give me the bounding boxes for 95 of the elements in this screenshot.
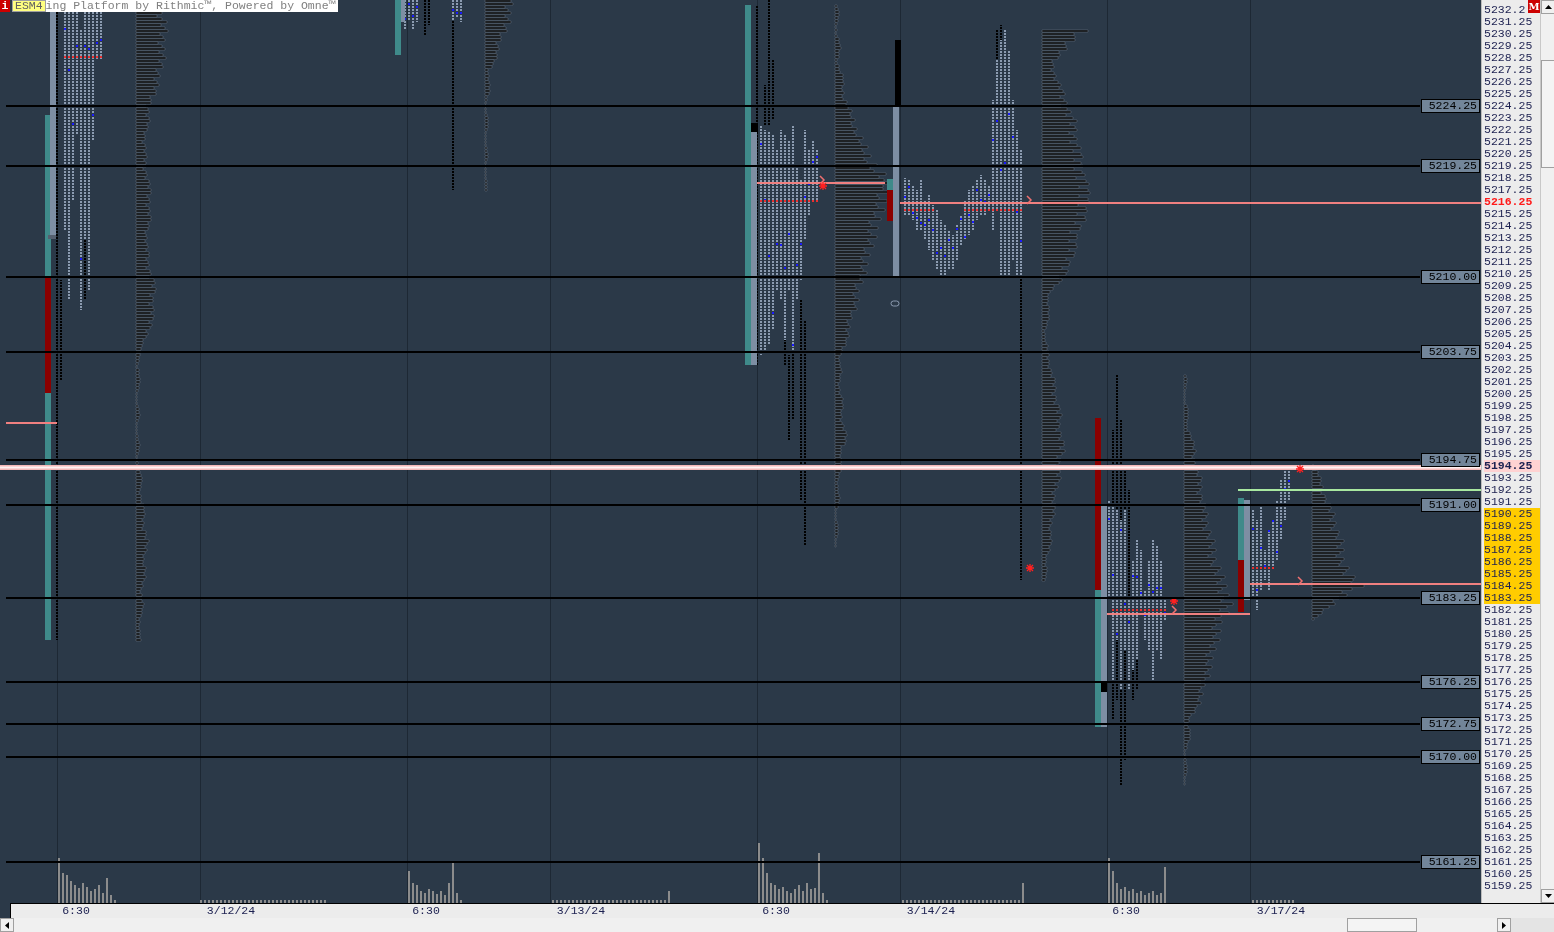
price-level-label: 5172.75 [1421,717,1480,731]
price-label: 5209.25 [1484,280,1534,292]
price-label: 5205.25 [1484,328,1534,340]
price-label: 5171.25 [1484,736,1534,748]
price-label: 5168.25 [1484,772,1534,784]
price-label: 5192.25 [1484,484,1534,496]
price-label: 5232.2 [1484,4,1526,16]
price-label: 5170.25 [1484,748,1534,760]
price-level-label: 5219.25 [1421,159,1480,173]
price-level-label: 5161.25 [1421,855,1480,869]
price-label: 5186.25 [1484,556,1540,568]
price-label: 5184.25 [1484,580,1540,592]
price-label: 5193.25 [1484,472,1534,484]
price-label: 5159.25 [1484,880,1534,892]
time-label: 6:30 [1112,904,1140,918]
price-label: 5227.25 [1484,64,1534,76]
price-label: 5211.25 [1484,256,1534,268]
price-label: 5164.25 [1484,820,1534,832]
price-label: 5197.25 [1484,424,1534,436]
price-label: 5188.25 [1484,532,1540,544]
price-label: 5174.25 [1484,700,1534,712]
price-label: 5162.25 [1484,844,1534,856]
price-label: 5167.25 [1484,784,1534,796]
price-label: 5216.25 [1484,196,1534,208]
time-label: 3/13/24 [556,904,606,918]
price-label: 5176.25 [1484,676,1534,688]
price-label: 5160.25 [1484,868,1534,880]
price-label: 5180.25 [1484,628,1534,640]
price-label: 5203.25 [1484,352,1534,364]
price-label: 5202.25 [1484,364,1534,376]
price-label: 5217.25 [1484,184,1534,196]
price-label: 5185.25 [1484,568,1540,580]
time-label: 6:30 [62,904,90,918]
price-label: 5231.25 [1484,16,1534,28]
price-label: 5198.25 [1484,412,1534,424]
price-label: 5173.25 [1484,712,1534,724]
price-label: 5178.25 [1484,652,1534,664]
price-label: 5219.25 [1484,160,1534,172]
price-label: 5218.25 [1484,172,1534,184]
price-label: 5195.25 [1484,448,1534,460]
price-label: 5161.25 [1484,856,1534,868]
price-level-label: 5224.25 [1421,99,1480,113]
symbol-label: ESM4 [12,0,46,12]
price-label: 5230.25 [1484,28,1534,40]
time-label: 3/17/24 [1256,904,1306,918]
price-label: 5222.25 [1484,124,1534,136]
price-label: 5225.25 [1484,88,1534,100]
window-title: ing Platform by Rithmic™, Powered by Omne™ [45,0,339,12]
price-label: 5228.25 [1484,52,1534,64]
price-label: 5190.25 [1484,508,1540,520]
price-label: 5183.25 [1484,592,1540,604]
price-level-label: 5194.75 [1421,453,1480,467]
price-label: 5220.25 [1484,148,1534,160]
price-label: 5177.25 [1484,664,1534,676]
price-label: 5226.25 [1484,76,1534,88]
price-label: 5206.25 [1484,316,1534,328]
price-label: 5199.25 [1484,400,1534,412]
price-label: 5207.25 [1484,304,1534,316]
price-label: 5194.25 [1484,460,1540,472]
price-label: 5204.25 [1484,340,1534,352]
price-label: 5189.25 [1484,520,1540,532]
price-label: 5179.25 [1484,640,1534,652]
price-level-label: 5191.00 [1421,498,1480,512]
price-label: 5213.25 [1484,232,1534,244]
price-label: 5200.25 [1484,388,1534,400]
price-label: 5208.25 [1484,292,1534,304]
price-label: 5210.25 [1484,268,1534,280]
price-level-label: 5176.25 [1421,675,1480,689]
price-label: 5212.25 [1484,244,1534,256]
price-level-label: 5203.75 [1421,345,1480,359]
time-label: 3/12/24 [206,904,256,918]
price-label: 5214.25 [1484,220,1534,232]
price-label: 5229.25 [1484,40,1534,52]
price-label: 5187.25 [1484,544,1540,556]
price-label: 5196.25 [1484,436,1534,448]
price-label: 5191.25 [1484,496,1534,508]
time-label: 3/14/24 [906,904,956,918]
price-label: 5175.25 [1484,688,1534,700]
price-label: 5215.25 [1484,208,1534,220]
time-label: 6:30 [762,904,790,918]
price-label: 5223.25 [1484,112,1534,124]
price-label: 5221.25 [1484,136,1534,148]
price-label: 5224.25 [1484,100,1534,112]
price-label: 5201.25 [1484,376,1534,388]
price-label: 5165.25 [1484,808,1534,820]
price-label: 5169.25 [1484,760,1534,772]
price-level-label: 5170.00 [1421,750,1480,764]
price-label: 5163.25 [1484,832,1534,844]
price-level-label: 5210.00 [1421,270,1480,284]
price-label: 5181.25 [1484,616,1534,628]
price-label: 5166.25 [1484,796,1534,808]
price-level-label: 5183.25 [1421,591,1480,605]
time-label: 6:30 [412,904,440,918]
price-label: 5172.25 [1484,724,1534,736]
price-label: 5182.25 [1484,604,1534,616]
